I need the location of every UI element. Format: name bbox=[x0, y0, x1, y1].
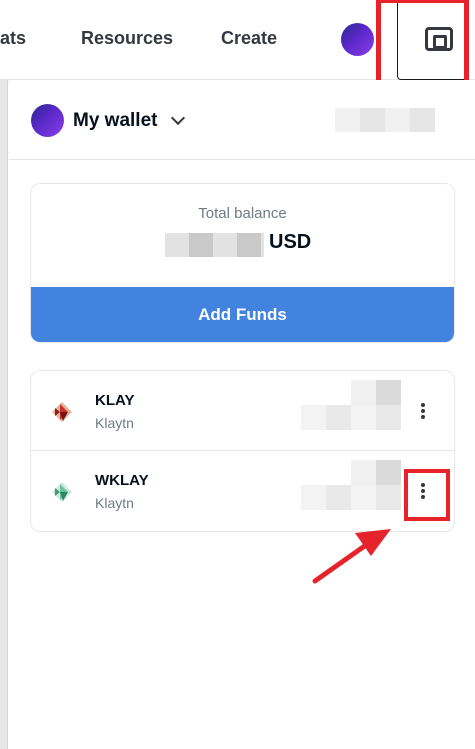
wallet-icon bbox=[425, 27, 453, 51]
wallet-header: My wallet bbox=[9, 80, 475, 160]
total-balance-label: Total balance bbox=[198, 205, 287, 222]
wallet-panel: My wallet Total balance USD Add Funds KL… bbox=[9, 80, 475, 749]
page-edge bbox=[0, 80, 8, 749]
token-chain: Klaytn bbox=[95, 495, 134, 511]
wklay-logo-icon bbox=[52, 482, 72, 502]
wallet-button[interactable] bbox=[397, 0, 469, 80]
nav-link-resources[interactable]: Resources bbox=[81, 28, 173, 49]
nav-link-create[interactable]: Create bbox=[221, 28, 277, 49]
token-list: KLAY Klaytn WKLAY Klaytn bbox=[30, 370, 455, 532]
token-amount-redacted bbox=[351, 460, 401, 485]
wallet-selector-title[interactable]: My wallet bbox=[73, 110, 157, 132]
token-row-wklay[interactable]: WKLAY Klaytn bbox=[31, 451, 454, 531]
balance-card: Total balance USD Add Funds bbox=[30, 183, 455, 343]
token-chain: Klaytn bbox=[95, 415, 134, 431]
token-value-redacted bbox=[301, 485, 401, 510]
balance-currency: USD bbox=[269, 231, 312, 253]
chevron-down-icon[interactable] bbox=[170, 110, 186, 126]
balance-value: USD bbox=[31, 231, 454, 257]
token-symbol: WKLAY bbox=[95, 472, 149, 489]
token-amount-redacted bbox=[351, 380, 401, 405]
add-funds-button[interactable]: Add Funds bbox=[31, 287, 454, 342]
token-row-klay[interactable]: KLAY Klaytn bbox=[31, 371, 454, 451]
nav-link-stats[interactable]: tats bbox=[0, 28, 26, 49]
more-vertical-icon[interactable] bbox=[411, 399, 435, 423]
klay-logo-icon bbox=[52, 402, 72, 422]
wallet-avatar bbox=[31, 104, 64, 137]
top-navigation: tats Resources Create bbox=[0, 0, 475, 80]
more-vertical-icon[interactable] bbox=[411, 479, 435, 503]
token-value-redacted bbox=[301, 405, 401, 430]
balance-amount-redacted bbox=[165, 233, 264, 257]
profile-avatar[interactable] bbox=[341, 23, 374, 56]
wallet-address-redacted bbox=[335, 108, 435, 132]
token-symbol: KLAY bbox=[95, 392, 135, 409]
